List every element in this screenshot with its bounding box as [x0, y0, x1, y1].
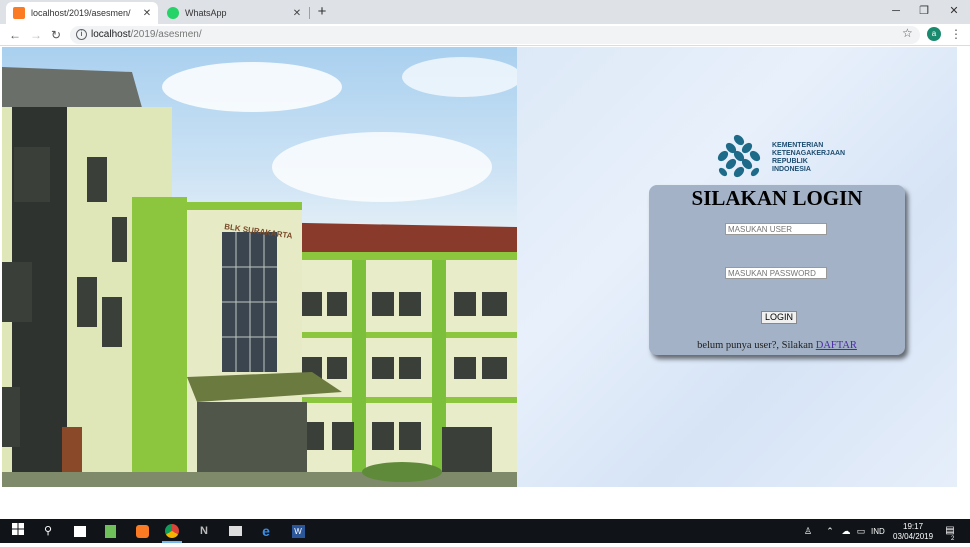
edge-icon[interactable]: e — [258, 523, 274, 539]
url-text: localhost/2019/asesmen/ — [91, 28, 202, 42]
bookmark-star-icon[interactable]: ☆ — [902, 26, 913, 40]
profile-avatar[interactable]: a — [927, 27, 941, 41]
logo-line: KEMENTERIAN — [772, 142, 824, 149]
reload-button[interactable]: ↻ — [47, 26, 65, 44]
info-icon[interactable]: i — [76, 29, 87, 40]
browser-toolbar: ← → ↻ i localhost/2019/asesmen/ ☆ — [0, 24, 970, 46]
close-icon[interactable]: ✕ — [140, 8, 154, 19]
restore-button[interactable]: ❐ — [910, 2, 938, 20]
register-prompt: belum punya user?, Silakan DAFTAR — [649, 340, 905, 351]
tab-asesmen[interactable]: localhost/2019/asesmen/ ✕ — [6, 2, 158, 24]
address-bar[interactable]: i localhost/2019/asesmen/ — [70, 26, 920, 44]
password-input[interactable] — [725, 267, 827, 279]
username-input[interactable] — [725, 223, 827, 235]
chrome-icon[interactable] — [164, 523, 180, 539]
language-indicator[interactable]: IND — [871, 527, 885, 536]
login-button[interactable]: LOGIN — [761, 311, 798, 324]
search-icon[interactable]: ⚲ — [40, 523, 56, 539]
register-link[interactable]: DAFTAR — [816, 340, 857, 351]
tab-separator — [309, 7, 310, 19]
minimize-button[interactable]: ─ — [882, 2, 910, 20]
people-icon[interactable]: ♙ — [800, 523, 816, 539]
tab-title: WhatsApp — [185, 8, 227, 18]
tab-whatsapp[interactable]: WhatsApp ✕ — [160, 2, 308, 24]
word-icon[interactable]: W — [290, 523, 306, 539]
windows-start-icon[interactable] — [10, 523, 26, 539]
logo-line: KETENAGAKERJAAN — [772, 150, 846, 157]
building-illustration: BLK SURAKARTA — [2, 57, 517, 487]
cloud-icon[interactable]: ☁ — [838, 523, 854, 539]
menu-icon[interactable]: ⋮ — [950, 27, 962, 43]
kemnaker-logo: KEMENTERIAN KETENAGAKERJAAN REPUBLIK IND… — [713, 134, 853, 182]
url-host: localhost — [91, 29, 131, 40]
store-icon[interactable] — [72, 523, 88, 539]
chevron-up-icon[interactable]: ⌃ — [822, 523, 838, 539]
campus-building-photo: BLK SURAKARTA — [2, 47, 517, 487]
notion-icon[interactable]: N — [196, 523, 212, 539]
forward-button[interactable]: → — [27, 26, 45, 44]
battery-icon[interactable]: ▭ — [853, 523, 869, 539]
tab-title: localhost/2019/asesmen/ — [31, 8, 131, 18]
login-panel: SILAKAN LOGIN LOGIN belum punya user?, S… — [649, 185, 905, 355]
logo-line: REPUBLIK — [772, 158, 808, 165]
notification-count: 2 — [951, 536, 955, 542]
new-tab-button[interactable]: + — [314, 3, 330, 21]
taskbar: ⚲ N e W ♙ ⌃ ☁ ▭ IND 19:17 03/04/2019 ▤ 2 — [0, 519, 970, 543]
clock-time[interactable]: 19:17 — [903, 522, 923, 531]
close-window-button[interactable]: ✕ — [940, 2, 968, 20]
register-text: belum punya user?, Silakan — [697, 340, 814, 351]
page-viewport: BLK SURAKARTA KEMENTERIAN KETENAGAKERJAA… — [0, 47, 970, 519]
xampp-icon — [13, 7, 25, 19]
back-button[interactable]: ← — [6, 26, 24, 44]
notepad-icon[interactable] — [102, 523, 118, 539]
whatsapp-icon — [167, 7, 179, 19]
clock-date[interactable]: 03/04/2019 — [893, 532, 933, 541]
kemnaker-emblem-icon — [717, 134, 761, 178]
tab-strip: localhost/2019/asesmen/ ✕ WhatsApp ✕ + ─… — [0, 0, 970, 24]
logo-line: INDONESIA — [772, 166, 811, 173]
notification-center-icon[interactable]: ▤ 2 — [942, 523, 958, 542]
xampp-taskbar-icon[interactable] — [134, 523, 150, 539]
logo-text: KEMENTERIAN KETENAGAKERJAAN REPUBLIK IND… — [772, 142, 845, 174]
login-title: SILAKAN LOGIN — [691, 186, 863, 210]
url-path: /2019/asesmen/ — [130, 29, 202, 40]
file-explorer-icon[interactable] — [227, 523, 243, 539]
close-icon[interactable]: ✕ — [290, 8, 304, 19]
